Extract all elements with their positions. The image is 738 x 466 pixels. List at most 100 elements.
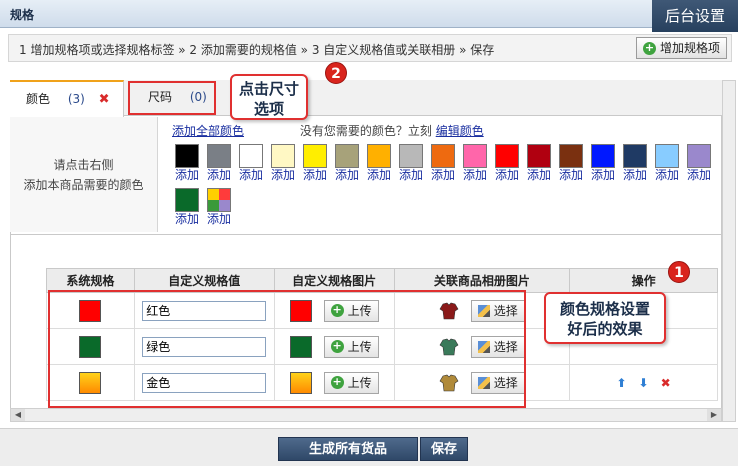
- swatch-color-box: [527, 144, 551, 168]
- swatch-color-box: [207, 144, 231, 168]
- step-badge-1: 1: [668, 261, 690, 283]
- swatch-add-label: 添加: [302, 168, 327, 182]
- swatch-add-label: 添加: [174, 168, 199, 182]
- swatch-color-box: [303, 144, 327, 168]
- window-titlebar: 规格: [0, 0, 738, 28]
- swatch-color-box: [495, 144, 519, 168]
- swatch-add-label: 添加: [526, 168, 551, 182]
- col-album-image: 关联商品相册图片: [393, 268, 571, 293]
- swatch-color-box: [399, 144, 423, 168]
- color-swatch[interactable]: 添加: [588, 144, 618, 182]
- swatch-color-box: [623, 144, 647, 168]
- hint-line-1: 请点击右侧: [53, 158, 114, 172]
- color-swatch[interactable]: 添加: [460, 144, 490, 182]
- remove-icon[interactable]: ✖: [99, 92, 110, 107]
- swatch-add-label: 添加: [430, 168, 455, 182]
- swatch-color-box: [271, 144, 295, 168]
- highlight-size-tab: [128, 81, 216, 115]
- swatch-add-label: 添加: [366, 168, 391, 182]
- add-spec-label: 增加规格项: [659, 41, 720, 55]
- move-down-icon[interactable]: ⬇: [639, 376, 649, 390]
- missing-color-text: 没有您需要的颜色？立刻: [299, 124, 432, 138]
- color-swatch[interactable]: 添加: [268, 144, 298, 182]
- swatch-add-label: 添加: [238, 168, 263, 182]
- col-system-spec: 系统规格: [46, 268, 135, 293]
- hint-line-2: 添加本商品需要的颜色: [23, 178, 144, 192]
- swatch-color-box: [431, 144, 455, 168]
- swatch-add-label: 添加: [270, 168, 295, 182]
- swatch-add-label: 添加: [462, 168, 487, 182]
- swatch-color-box: [655, 144, 679, 168]
- swatch-color-box: [591, 144, 615, 168]
- color-swatch[interactable]: 添加: [204, 188, 234, 226]
- bottom-action-bar: 生成所有货品 保存: [0, 428, 738, 466]
- color-swatch[interactable]: 添加: [172, 144, 202, 182]
- horizontal-scrollbar[interactable]: ◀ ▶: [10, 408, 722, 422]
- swatch-add-label: 添加: [558, 168, 583, 182]
- steps-bar: 1 增加规格项或选择规格标签 » 2 添加需要的规格值 » 3 自定义规格值或关…: [8, 34, 732, 62]
- plus-icon: +: [642, 40, 656, 55]
- swatch-color-box: [239, 144, 263, 168]
- move-up-icon[interactable]: ⬆: [616, 376, 626, 390]
- add-all-colors-link[interactable]: 添加全部颜色: [172, 124, 244, 138]
- color-swatch[interactable]: 添加: [332, 144, 362, 182]
- size-tab-callout: 点击尺寸 选项: [230, 74, 308, 120]
- color-links: 添加全部颜色 没有您需要的颜色？立刻 编辑颜色: [172, 122, 722, 139]
- swatch-color-box: [175, 144, 199, 168]
- swatch-add-label: 添加: [206, 212, 231, 226]
- edit-colors-link[interactable]: 编辑颜色: [436, 124, 484, 138]
- color-swatch[interactable]: 添加: [396, 144, 426, 182]
- steps-text: 1 增加规格项或选择规格标签 » 2 添加需要的规格值 » 3 自定义规格值或关…: [19, 43, 495, 57]
- swatch-add-label: 添加: [622, 168, 647, 182]
- color-swatch[interactable]: 添加: [172, 188, 202, 226]
- color-swatch[interactable]: 添加: [620, 144, 650, 182]
- color-picker-area: 添加全部颜色 没有您需要的颜色？立刻 编辑颜色 添加 添加 添加 添加 添加 添加 添加 添加…: [172, 122, 722, 226]
- color-swatch[interactable]: 添加: [236, 144, 266, 182]
- color-swatch[interactable]: 添加: [300, 144, 330, 182]
- swatch-add-label: 添加: [174, 212, 199, 226]
- tab-color-label: 颜色: [26, 92, 51, 106]
- color-hint: 请点击右侧 添加本商品需要的颜色: [10, 117, 158, 232]
- add-spec-button[interactable]: + 增加规格项: [635, 37, 727, 59]
- save-button[interactable]: 保存: [420, 437, 468, 461]
- swatch-add-label: 添加: [686, 168, 711, 182]
- swatch-add-label: 添加: [590, 168, 615, 182]
- swatch-add-label: 添加: [398, 168, 423, 182]
- highlight-spec-rows: [48, 290, 526, 408]
- vertical-scrollbar[interactable]: [722, 80, 736, 422]
- swatch-add-label: 添加: [494, 168, 519, 182]
- cell-actions: ⬆ ⬇ ✖: [569, 364, 718, 401]
- swatch-color-box: [559, 144, 583, 168]
- col-custom-value: 自定义规格值: [133, 268, 275, 293]
- swatch-color-box: [367, 144, 391, 168]
- color-swatch[interactable]: 添加: [524, 144, 554, 182]
- spec-tabs: 颜色 (3) ✖ 尺码 (0): [10, 80, 722, 117]
- color-swatch[interactable]: 添加: [204, 144, 234, 182]
- swatch-color-box: [687, 144, 711, 168]
- scroll-left-icon[interactable]: ◀: [11, 409, 25, 421]
- swatch-color-box: [335, 144, 359, 168]
- effect-callout: 颜色规格设置 好后的效果: [544, 292, 666, 344]
- col-custom-image: 自定义规格图片: [273, 268, 395, 293]
- delete-icon[interactable]: ✖: [661, 376, 671, 390]
- size-callout-line-1: 点击尺寸: [238, 80, 299, 98]
- color-swatch[interactable]: 添加: [684, 144, 714, 182]
- swatch-add-label: 添加: [334, 168, 359, 182]
- swatch-add-label: 添加: [206, 168, 231, 182]
- swatch-color-box: [207, 188, 231, 212]
- color-swatch[interactable]: 添加: [428, 144, 458, 182]
- color-swatch[interactable]: 添加: [492, 144, 522, 182]
- effect-callout-line-1: 颜色规格设置: [559, 300, 650, 318]
- section-divider: [10, 234, 722, 235]
- effect-callout-line-2: 好后的效果: [567, 320, 643, 338]
- admin-settings-tab[interactable]: 后台设置: [652, 0, 738, 32]
- swatch-color-box: [175, 188, 199, 212]
- scroll-right-icon[interactable]: ▶: [707, 409, 721, 421]
- color-swatch[interactable]: 添加: [364, 144, 394, 182]
- color-swatch[interactable]: 添加: [652, 144, 682, 182]
- generate-all-goods-button[interactable]: 生成所有货品: [278, 437, 418, 461]
- color-swatch[interactable]: 添加: [556, 144, 586, 182]
- swatch-color-box: [463, 144, 487, 168]
- tab-color[interactable]: 颜色 (3) ✖: [10, 80, 124, 117]
- size-callout-line-2: 选项: [253, 100, 284, 118]
